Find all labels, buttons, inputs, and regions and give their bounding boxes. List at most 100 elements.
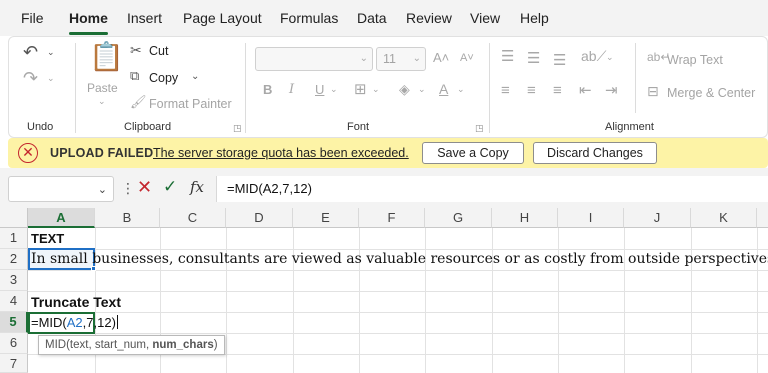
column-header-h[interactable]: H [492,208,558,228]
column-header-c[interactable]: C [160,208,226,228]
formula-text: ,7,12) [82,315,116,330]
column-header-g[interactable]: G [425,208,492,228]
clipboard-group-label: Clipboard [124,121,172,133]
align-middle-icon: ☰ [527,50,541,67]
chevron-down-icon: ⌄ [330,84,338,94]
menu-bar: File Home Insert Page Layout Formulas Da… [0,0,768,36]
merge-icon: ⊟ [647,83,659,99]
formula-input[interactable]: =MID(A2,7,12) [216,176,768,202]
chevron-down-icon: ⌄ [372,84,380,94]
close-circle-icon: ✕ [18,143,38,163]
copy-icon[interactable]: ⧉ [130,69,139,82]
tab-insert[interactable]: Insert [127,10,162,26]
column-header-d[interactable]: D [226,208,293,228]
group-separator [489,43,490,133]
active-tab-indicator [69,32,108,35]
group-separator [75,43,76,133]
font-group-label: Font [347,121,370,133]
formula-reference: A2 [66,315,83,330]
paste-button: Paste [87,81,118,95]
chevron-down-icon[interactable]: ⌄ [47,48,55,57]
check-icon[interactable]: ✓ [163,177,177,197]
font-name-combo: ⌄ [255,47,373,71]
tab-review[interactable]: Review [406,10,452,26]
fill-color-icon: ◈ [399,81,410,97]
notification-title: UPLOAD FAILED [50,146,154,160]
cell-a4[interactable]: Truncate Text [31,294,121,310]
formula-bar: ⌄ ⋮ ✕ ✓ fx =MID(A2,7,12) [0,168,768,208]
tab-home[interactable]: Home [69,10,108,26]
column-header-k[interactable]: K [691,208,757,228]
column-header-j[interactable]: J [624,208,691,228]
copy-button[interactable]: Copy [149,71,178,85]
row-header-1[interactable]: 1 [0,228,28,249]
tab-file[interactable]: File [21,10,44,26]
notification-message-link[interactable]: The server storage quota has been exceed… [153,146,409,160]
undo-icon[interactable]: ↶ [23,43,38,61]
save-copy-button[interactable]: Save a Copy [422,142,524,164]
italic-button: I [289,82,295,97]
cell-a5[interactable]: =MID(A2,7,12) [31,315,118,330]
function-tooltip[interactable]: MID(text, start_num, num_chars) [38,335,225,355]
align-bottom-icon: ☰ [553,52,567,69]
decrease-indent-icon: ⇤ [579,82,592,99]
formula-text: =MID( [31,315,67,330]
borders-icon: ⊞ [354,81,367,98]
group-separator [245,43,246,133]
orientation-icon: ab⟋ [581,48,607,64]
cell-a2[interactable]: In small businesses, consultants are vie… [31,251,768,267]
group-separator [635,43,636,113]
font-color-icon: A [439,81,449,97]
upload-failed-bar: ✕ UPLOAD FAILED The server storage quota… [8,138,768,168]
column-header-b[interactable]: B [95,208,160,228]
column-header-e[interactable]: E [293,208,359,228]
chevron-down-icon: ⌄ [418,84,426,94]
insert-function-button[interactable]: fx [190,178,204,196]
underline-button: U [315,82,325,97]
row-header-3[interactable]: 3 [0,270,28,291]
grid-line [28,312,768,313]
undo-group-label: Undo [27,121,54,133]
chevron-down-icon[interactable]: ⌄ [98,183,107,196]
tooltip-signature-end: ) [213,339,218,351]
tooltip-current-argument[interactable]: num_chars [152,339,213,351]
row-header-2[interactable]: 2 [0,249,28,270]
spreadsheet-grid: A B C D E F G H I J K 1 2 3 4 5 6 7 TEXT… [0,208,768,373]
cut-button[interactable]: Cut [149,44,168,58]
select-all-corner[interactable] [0,208,28,228]
row-header-6[interactable]: 6 [0,333,28,354]
grid-line [28,270,768,271]
align-right-icon: ≡ [553,82,562,99]
x-icon[interactable]: ✕ [137,177,152,198]
chevron-down-icon: ⌄ [457,84,465,94]
row-header-7[interactable]: 7 [0,354,28,373]
tab-page-layout[interactable]: Page Layout [183,10,262,26]
clipboard-icon: 📋 [89,41,124,72]
grid-line [28,333,768,334]
redo-icon: ↷ [23,68,39,88]
cell-a1[interactable]: TEXT [31,231,64,246]
name-box[interactable]: ⌄ [8,176,114,202]
tab-view[interactable]: View [470,10,500,26]
column-header-i[interactable]: I [558,208,624,228]
font-size-combo: 11 ⌄ [376,47,426,71]
scissors-icon[interactable]: ✂ [130,43,142,57]
column-header-a[interactable]: A [28,208,95,228]
tab-data[interactable]: Data [357,10,387,26]
tab-help[interactable]: Help [520,10,549,26]
chevron-down-icon: ⌄ [606,52,614,62]
column-header-f[interactable]: F [359,208,425,228]
more-options-icon[interactable]: ⋮ [121,180,135,197]
dialog-launcher-icon: ◳ [475,123,484,133]
row-header-5[interactable]: 5 [0,312,28,333]
discard-changes-button[interactable]: Discard Changes [533,142,657,164]
tab-formulas[interactable]: Formulas [280,10,338,26]
align-top-icon: ☰ [501,48,515,65]
merge-center-button: Merge & Center [667,86,756,100]
grid-line [28,249,768,250]
tooltip-signature: MID(text, start_num, [45,339,153,351]
paintbrush-icon: 🖌 [130,94,147,109]
dialog-launcher-icon[interactable]: ◳ [233,123,242,134]
chevron-down-icon[interactable]: ⌄ [191,72,199,82]
row-header-4[interactable]: 4 [0,291,28,312]
